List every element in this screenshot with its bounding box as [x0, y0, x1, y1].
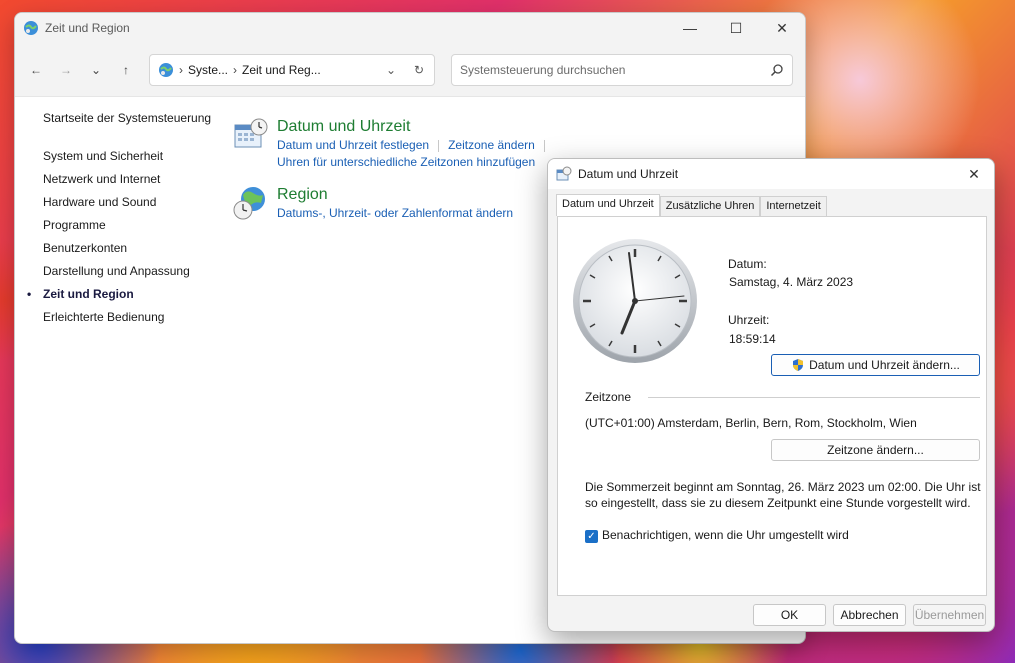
search-input[interactable]: Systemsteuerung durchsuchen [451, 53, 793, 86]
window-title: Zeit und Region [45, 21, 130, 35]
title-bar: Zeit und Region — ☐ ✕ [15, 13, 805, 43]
sidebar-item-time-region[interactable]: • Zeit und Region [27, 283, 223, 306]
link-divider [543, 139, 545, 152]
datetime-dialog: Datum und Uhrzeit ✕ Datum und Uhrzeit Zu… [547, 158, 995, 632]
sidebar-item-appearance[interactable]: Darstellung und Anpassung [43, 260, 223, 283]
uac-shield-icon [793, 359, 804, 371]
analog-clock [570, 237, 700, 365]
sidebar-item-hardware-sound[interactable]: Hardware und Sound [43, 191, 223, 214]
chevron-right-icon: › [233, 62, 238, 77]
sidebar-home-link[interactable]: Startseite der Systemsteuerung [43, 111, 223, 125]
dialog-close-button[interactable]: ✕ [954, 159, 994, 189]
chevron-right-icon: › [179, 62, 183, 77]
calendar-clock-icon[interactable] [233, 117, 269, 153]
control-panel-icon [24, 21, 38, 35]
link-add-clocks[interactable]: Uhren für unterschiedliche Zeitzonen hin… [277, 155, 535, 169]
close-button[interactable]: ✕ [759, 13, 805, 43]
address-dropdown-button[interactable]: ⌄ [378, 63, 404, 77]
category-datetime: Datum und Uhrzeit Datum und Uhrzeit fest… [233, 117, 563, 171]
category-region: Region Datums-, Uhrzeit- oder Zahlenform… [233, 185, 563, 222]
link-set-datetime[interactable]: Datum und Uhrzeit festlegen [277, 138, 429, 152]
time-value: 18:59:14 [729, 332, 776, 346]
clock-face-icon [573, 239, 697, 363]
minimize-button[interactable]: — [667, 13, 713, 43]
address-bar[interactable]: › Syste... › Zeit und Reg... ⌄ ↻ [149, 53, 435, 86]
sidebar-item-user-accounts[interactable]: Benutzerkonten [43, 237, 223, 260]
search-placeholder: Systemsteuerung durchsuchen [460, 62, 626, 77]
timezone-value: (UTC+01:00) Amsterdam, Berlin, Bern, Rom… [585, 416, 917, 430]
link-format-region[interactable]: Datums-, Uhrzeit- oder Zahlenformat ände… [277, 206, 513, 220]
sidebar-item-programs[interactable]: Programme [43, 214, 223, 237]
category-list: Datum und Uhrzeit Datum und Uhrzeit fest… [233, 117, 563, 236]
maximize-button[interactable]: ☐ [713, 13, 759, 43]
breadcrumb-system[interactable]: Syste... [188, 63, 228, 77]
tab-panel: Datum: Samstag, 4. März 2023 Uhrzeit: 18… [557, 216, 987, 596]
dst-info-line1: Die Sommerzeit beginnt am Sonntag, 26. M… [585, 480, 981, 494]
calendar-clock-icon [556, 166, 572, 181]
globe-clock-icon[interactable] [233, 185, 269, 221]
refresh-button[interactable]: ↻ [404, 63, 434, 77]
category-title-datetime[interactable]: Datum und Uhrzeit [277, 117, 554, 137]
category-title-region[interactable]: Region [277, 185, 513, 205]
sidebar-item-system-security[interactable]: System und Sicherheit [43, 145, 223, 168]
date-value: Samstag, 4. März 2023 [729, 275, 854, 289]
breadcrumb-time-region[interactable]: Zeit und Reg... [242, 63, 321, 77]
change-datetime-button[interactable]: Datum und Uhrzeit ändern... [771, 354, 980, 376]
back-button[interactable]: ← [21, 55, 51, 85]
sidebar-item-ease-of-access[interactable]: Erleichterte Bedienung [43, 306, 223, 329]
dialog-tabs: Datum und Uhrzeit Zusätzliche Uhren Inte… [556, 194, 827, 216]
timezone-divider [648, 397, 980, 398]
control-panel-icon [159, 62, 173, 77]
change-datetime-label: Datum und Uhrzeit ändern... [809, 358, 960, 372]
up-button[interactable]: ↑ [111, 55, 141, 85]
tab-internet-time[interactable]: Internetzeit [760, 196, 827, 216]
change-timezone-button[interactable]: Zeitzone ändern... [771, 439, 980, 461]
recent-locations-button[interactable]: ⌄ [81, 55, 111, 85]
tab-datetime[interactable]: Datum und Uhrzeit [556, 194, 660, 216]
cancel-button[interactable]: Abbrechen [833, 604, 906, 626]
forward-button[interactable]: → [51, 55, 81, 85]
ok-button[interactable]: OK [753, 604, 826, 626]
navigation-bar: ← → ⌄ ↑ › Syste... › Zeit und Reg... ⌄ ↻… [15, 43, 805, 97]
link-divider [438, 139, 440, 152]
tab-additional-clocks[interactable]: Zusätzliche Uhren [659, 196, 761, 216]
sidebar-item-label: Zeit und Region [43, 287, 134, 301]
link-change-timezone[interactable]: Zeitzone ändern [448, 138, 535, 152]
sidebar-item-network-internet[interactable]: Netzwerk und Internet [43, 168, 223, 191]
sidebar: Startseite der Systemsteuerung System un… [27, 111, 223, 329]
notify-checkbox[interactable]: ✓ [585, 530, 598, 543]
dialog-title: Datum und Uhrzeit [578, 167, 679, 181]
apply-button[interactable]: Übernehmen [913, 604, 986, 626]
timezone-heading: Zeitzone [585, 390, 632, 404]
dst-info-line2: so eingestellt, dass sie zu diesem Zeitp… [585, 496, 971, 510]
dialog-title-bar: Datum und Uhrzeit ✕ [548, 159, 994, 189]
notify-checkbox-label[interactable]: Benachrichtigen, wenn die Uhr umgestellt… [602, 528, 849, 542]
time-label: Uhrzeit: [728, 313, 770, 327]
active-bullet-icon: • [27, 287, 32, 301]
search-icon[interactable] [762, 63, 792, 77]
date-label: Datum: [728, 257, 767, 271]
